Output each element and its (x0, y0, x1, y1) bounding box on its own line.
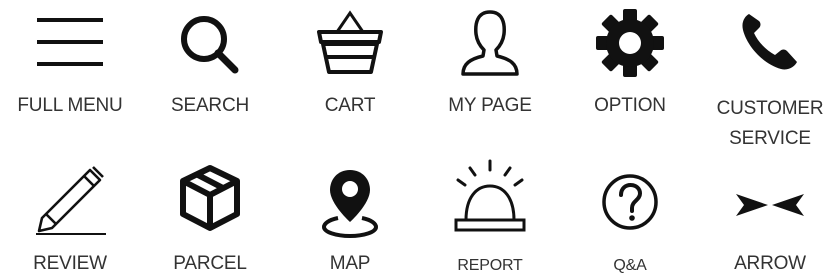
arrows-icon (700, 192, 840, 218)
search-label: SEARCH (171, 95, 249, 116)
item-cart[interactable]: CART (280, 0, 420, 150)
item-map[interactable]: MAP (280, 150, 420, 280)
report-label: REPORT (457, 257, 523, 274)
cart-label: CART (324, 95, 376, 116)
cart-icon (280, 10, 420, 76)
item-my-page[interactable]: MY PAGE (420, 0, 560, 150)
option-label: OPTION (594, 95, 666, 116)
item-arrow[interactable]: ARROW (700, 150, 840, 280)
item-review[interactable]: REVIEW (0, 150, 140, 280)
full-menu-label: FULL MENU (17, 95, 123, 116)
review-label: REVIEW (33, 253, 107, 274)
pencil-icon (0, 156, 140, 236)
qna-label: Q&A (613, 257, 647, 274)
search-icon (140, 12, 280, 76)
arrow-label: ARROW (734, 253, 806, 274)
option-gear-icon (560, 6, 700, 80)
my-page-label: MY PAGE (448, 95, 532, 116)
item-full-menu[interactable]: FULL MENU (0, 0, 140, 150)
map-pin-icon (280, 166, 420, 238)
customer-service-label: CUSTOMER SERVICE (716, 98, 824, 149)
question-circle-icon (560, 172, 700, 232)
item-qna[interactable]: Q&A (560, 150, 700, 280)
parcel-label: PARCEL (173, 253, 247, 274)
box-icon (140, 164, 280, 232)
item-option[interactable]: OPTION (560, 0, 700, 150)
phone-icon (700, 8, 840, 74)
item-customer-service[interactable]: CUSTOMER SERVICE (700, 0, 840, 150)
item-search[interactable]: SEARCH (140, 0, 280, 150)
item-parcel[interactable]: PARCEL (140, 150, 280, 280)
alarm-bell-icon (420, 158, 560, 240)
map-label: MAP (329, 253, 371, 274)
full-menu-icon (0, 14, 140, 70)
item-report[interactable]: REPORT (420, 150, 560, 280)
my-page-icon (420, 8, 560, 78)
